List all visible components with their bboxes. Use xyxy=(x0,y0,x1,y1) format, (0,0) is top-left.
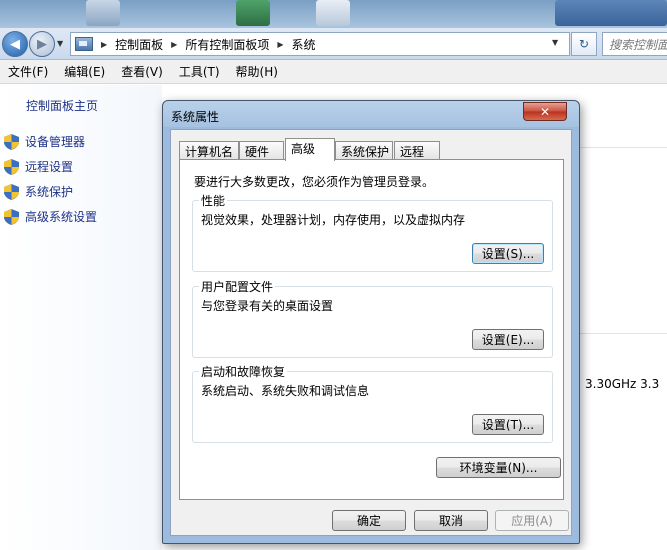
group-description: 与您登录有关的桌面设置 xyxy=(201,299,334,313)
control-panel-icon xyxy=(75,37,93,51)
system-protection-link[interactable]: 系统保护 xyxy=(4,183,73,200)
uac-shield-icon xyxy=(4,133,19,150)
apply-button[interactable]: 应用(A) xyxy=(495,510,569,531)
tab-hardware[interactable]: 硬件 xyxy=(239,141,284,160)
advanced-tab-panel: 要进行大多数更改，您必须作为管理员登录。 性能 视觉效果，处理器计划，内存使用，… xyxy=(179,159,564,500)
ok-button[interactable]: 确定 xyxy=(332,510,406,531)
system-protection-label: 系统保护 xyxy=(25,185,74,199)
device-manager-label: 设备管理器 xyxy=(25,135,86,149)
group-title: 用户配置文件 xyxy=(199,278,276,295)
admin-note: 要进行大多数更改，您必须作为管理员登录。 xyxy=(194,175,435,189)
refresh-button[interactable]: ↻ xyxy=(571,32,597,56)
menu-bar: 文件(F) 编辑(E) 查看(V) 工具(T) 帮助(H) xyxy=(0,60,667,84)
breadcrumb-arrow-icon[interactable]: ▶ xyxy=(277,40,283,49)
startup-recovery-group: 启动和故障恢复 系统启动、系统失败和调试信息 设置(T)... xyxy=(192,363,553,443)
divider xyxy=(575,147,667,148)
device-manager-link[interactable]: 设备管理器 xyxy=(4,133,85,150)
menu-file[interactable]: 文件(F) xyxy=(4,63,52,80)
menu-help[interactable]: 帮助(H) xyxy=(232,63,282,80)
advanced-system-settings-label: 高级系统设置 xyxy=(25,210,98,224)
dialog-title: 系统属性 xyxy=(171,110,220,124)
environment-variables-button[interactable]: 环境变量(N)... xyxy=(436,457,561,478)
main-content-background: 3.30GHz 3.3 xyxy=(575,85,667,550)
group-title: 性能 xyxy=(199,192,228,209)
remote-settings-link[interactable]: 远程设置 xyxy=(4,158,73,175)
menu-view[interactable]: 查看(V) xyxy=(117,63,167,80)
desktop-app-icon xyxy=(316,0,350,26)
group-description: 系统启动、系统失败和调试信息 xyxy=(201,384,370,398)
control-panel-home-link[interactable]: 控制面板主页 xyxy=(26,97,98,114)
forward-arrow-icon: ▶ xyxy=(37,36,47,52)
tab-advanced[interactable]: 高级 xyxy=(285,138,335,161)
group-title: 启动和故障恢复 xyxy=(199,363,288,380)
desktop-app-icon xyxy=(236,0,270,26)
tab-remote[interactable]: 远程 xyxy=(394,141,440,160)
back-button[interactable]: ◀ xyxy=(2,31,28,57)
desktop-app-icon xyxy=(555,0,667,26)
breadcrumb-arrow-icon[interactable]: ▶ xyxy=(171,40,177,49)
desktop-app-icon xyxy=(86,0,120,26)
system-properties-dialog: 系统属性 ✕ 计算机名 硬件 高级 系统保护 远程 要进行大多数更改，您必须作为… xyxy=(162,100,580,544)
breadcrumb-item[interactable]: 系统 xyxy=(292,36,316,53)
forward-button[interactable]: ▶ xyxy=(29,31,55,57)
close-icon: ✕ xyxy=(539,104,551,119)
back-arrow-icon: ◀ xyxy=(10,36,20,52)
cancel-button[interactable]: 取消 xyxy=(414,510,488,531)
dialog-titlebar[interactable]: 系统属性 ✕ xyxy=(163,101,579,129)
user-profiles-group: 用户配置文件 与您登录有关的桌面设置 设置(E)... xyxy=(192,278,553,358)
uac-shield-icon xyxy=(4,183,19,200)
advanced-system-settings-link[interactable]: 高级系统设置 xyxy=(4,208,97,225)
left-pane: 控制面板主页 设备管理器 远程设置 系统保护 高级系统设置 xyxy=(0,85,162,550)
menu-tools[interactable]: 工具(T) xyxy=(175,63,224,80)
history-dropdown-icon[interactable]: ▼ xyxy=(57,39,63,48)
uac-shield-icon xyxy=(4,208,19,225)
search-input[interactable]: 搜索控制面 xyxy=(602,32,667,56)
remote-settings-label: 远程设置 xyxy=(25,160,74,174)
breadcrumb[interactable]: ▶ 控制面板 ▶ 所有控制面板项 ▶ 系统 xyxy=(70,32,570,56)
performance-group: 性能 视觉效果，处理器计划，内存使用，以及虚拟内存 设置(S)... xyxy=(192,192,553,272)
dialog-body: 计算机名 硬件 高级 系统保护 远程 要进行大多数更改，您必须作为管理员登录。 … xyxy=(170,129,572,536)
tab-system-protection[interactable]: 系统保护 xyxy=(335,141,393,160)
close-button[interactable]: ✕ xyxy=(523,102,567,121)
breadcrumb-item[interactable]: 控制面板 xyxy=(115,36,163,53)
user-profiles-settings-button[interactable]: 设置(E)... xyxy=(472,329,544,350)
address-dropdown-icon[interactable]: ▼ xyxy=(552,38,558,47)
menu-edit[interactable]: 编辑(E) xyxy=(60,63,109,80)
uac-shield-icon xyxy=(4,158,19,175)
address-bar: ◀ ▶ ▼ ▶ 控制面板 ▶ 所有控制面板项 ▶ 系统 ▼ ↻ 搜索控制面 xyxy=(0,28,667,60)
cpu-speed-text: 3.30GHz 3.3 xyxy=(585,377,660,391)
startup-recovery-settings-button[interactable]: 设置(T)... xyxy=(472,414,544,435)
tab-computer-name[interactable]: 计算机名 xyxy=(179,141,239,160)
desktop-strip xyxy=(0,0,667,28)
breadcrumb-arrow-icon[interactable]: ▶ xyxy=(101,40,107,49)
divider xyxy=(575,333,667,334)
refresh-icon: ↻ xyxy=(578,37,590,51)
group-description: 视觉效果，处理器计划，内存使用，以及虚拟内存 xyxy=(201,213,466,227)
breadcrumb-item[interactable]: 所有控制面板项 xyxy=(185,36,269,53)
performance-settings-button[interactable]: 设置(S)... xyxy=(472,243,544,264)
